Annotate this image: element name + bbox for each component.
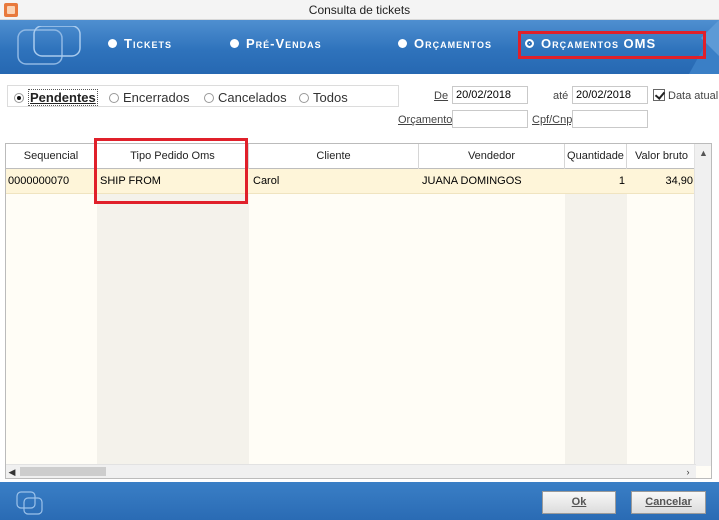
col-header-sequencial[interactable]: Sequencial [6,144,97,169]
data-atual-label: Data atual [668,90,719,102]
radio-checked-icon [14,93,24,103]
radio-cancelados[interactable]: Cancelados [204,90,287,105]
col-header-quantidade[interactable]: Quantidade [565,144,627,169]
radio-icon [109,93,119,103]
cell-quantidade: 1 [618,175,625,187]
cell-cliente: Carol [253,175,280,187]
radio-dot-icon [398,39,407,48]
date-to-input[interactable] [572,86,648,104]
cell-vendedor: JUANA DOMINGOS [422,175,522,187]
radio-todos[interactable]: Todos [299,90,348,105]
col-header-vendedor[interactable]: Vendedor [419,144,565,169]
de-label: De [434,90,449,102]
status-radio-group: Pendentes Encerrados Cancelados Todos [7,85,399,107]
option-tickets[interactable]: Tickets [108,36,172,51]
ok-button[interactable]: Ok [542,491,616,514]
cancel-button[interactable]: Cancelar [631,491,706,514]
cpf-cnpj-input[interactable] [572,110,648,128]
vertical-scrollbar[interactable]: ▲ [694,144,711,466]
cpf-cnpj-label: Cpf/Cnpj [532,114,575,126]
horizontal-scroll-thumb[interactable] [20,467,106,476]
radio-pendentes[interactable]: Pendentes [14,89,98,106]
cell-valor-bruto: 34,90 [665,175,693,187]
orcamento-label: Orçamento [398,114,453,126]
radio-dot-icon [230,39,239,48]
footer-bar: Ok Cancelar [0,482,719,520]
radio-icon [299,93,309,103]
orcamento-input[interactable] [452,110,528,128]
title-bar: Consulta de tickets [0,0,719,20]
highlight-box-tipo-pedido [94,138,248,204]
logo-icon [17,26,81,65]
cell-sequencial: 0000000070 [8,175,70,187]
ate-label: até [553,90,569,102]
radio-dot-icon [108,39,117,48]
window-title: Consulta de tickets [308,3,411,17]
radio-encerrados[interactable]: Encerrados [109,90,189,105]
scroll-left-icon[interactable]: ◀ [6,465,18,478]
horizontal-scrollbar[interactable]: ◀ › [6,464,696,478]
col-header-cliente[interactable]: Cliente [249,144,419,169]
radio-icon [204,93,214,103]
highlight-box-oms [518,31,706,59]
col-header-valor-bruto[interactable]: Valor bruto [627,144,696,169]
footer-logo-icon [16,491,43,515]
date-from-input[interactable] [452,86,528,104]
query-type-header: Tickets Pré-Vendas Orçamentos Orçamentos… [0,20,719,74]
data-atual-checkbox[interactable] [653,89,665,101]
option-pre-vendas[interactable]: Pré-Vendas [230,36,322,51]
scroll-right-icon[interactable]: › [682,465,694,478]
scroll-up-icon[interactable]: ▲ [695,146,711,160]
filters-panel: Pendentes Encerrados Cancelados Todos De… [0,80,719,138]
column-shade [97,169,249,464]
option-orcamentos[interactable]: Orçamentos [398,36,492,51]
column-shade [565,169,627,464]
